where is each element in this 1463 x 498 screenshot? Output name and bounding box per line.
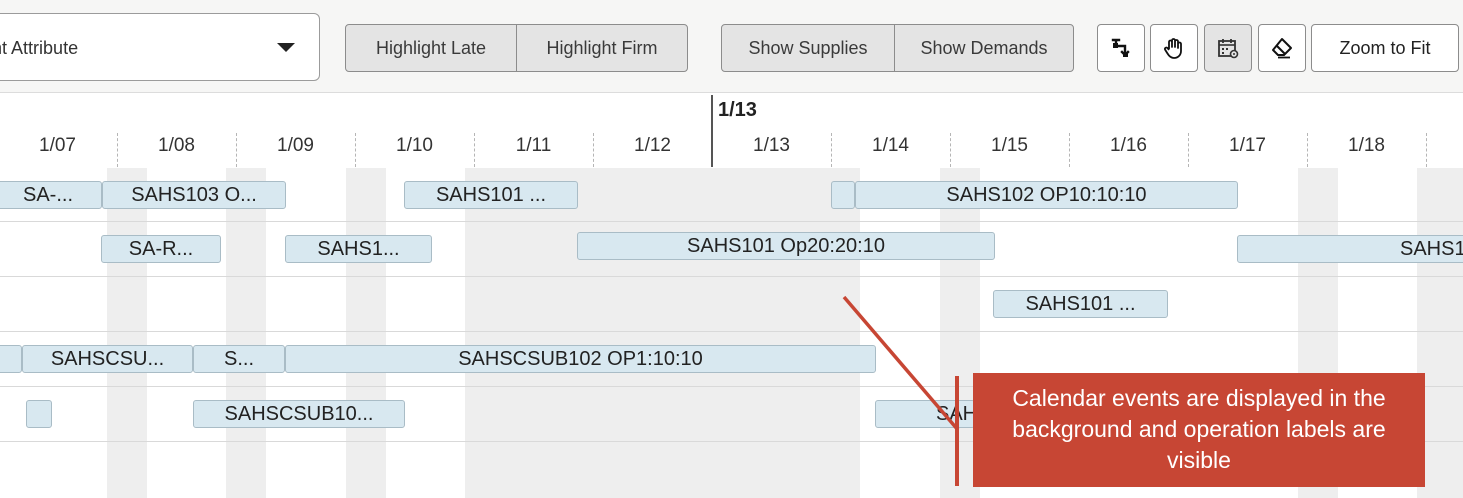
annotation-callout: Calendar events are displayed in the bac… xyxy=(973,373,1425,487)
callout-marker xyxy=(955,376,959,486)
